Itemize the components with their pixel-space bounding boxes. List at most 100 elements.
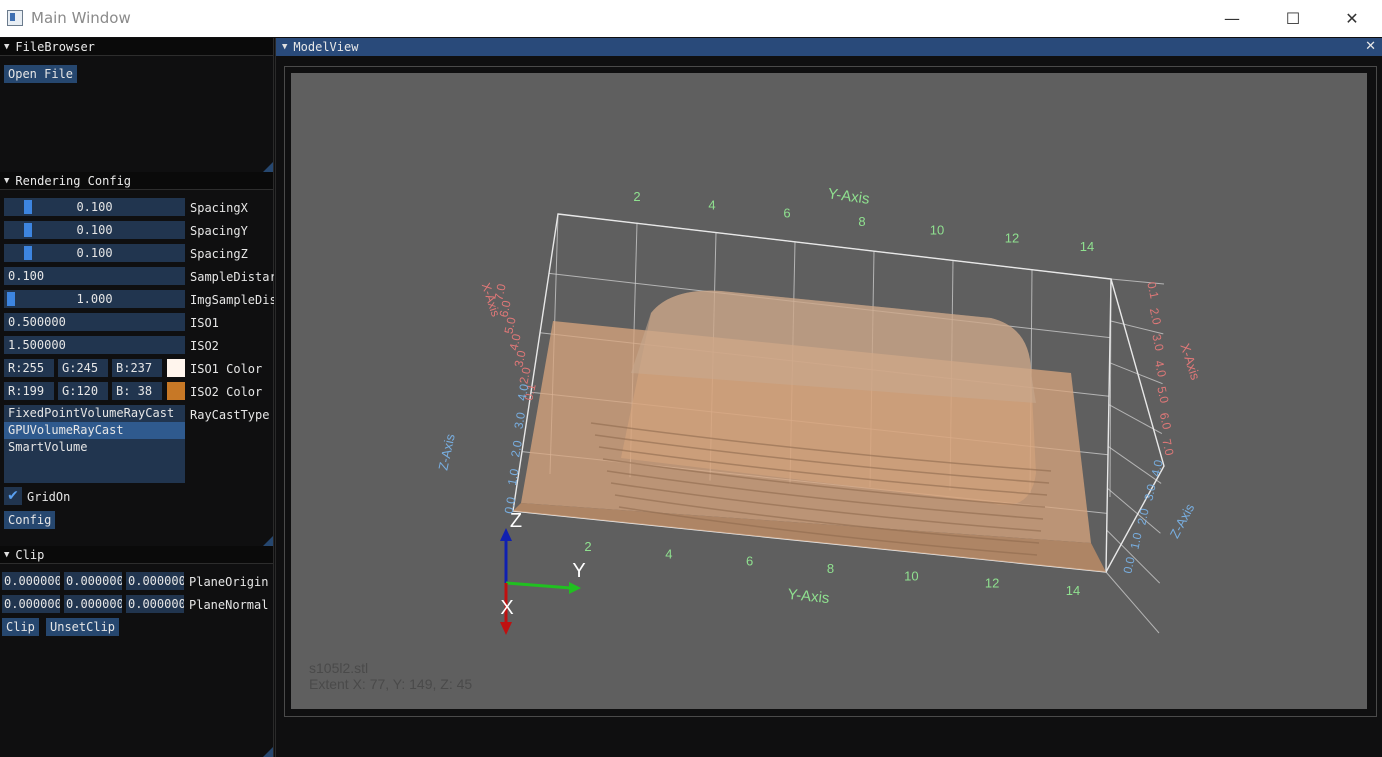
iso2-color-swatch[interactable] (167, 382, 185, 400)
spacing-z-slider[interactable]: 0.100 (4, 244, 185, 262)
volume-render-scene: 2 2 4 4 6 6 8 8 10 10 12 12 14 14 Y-Axis Y-Axis 0.1 2.0 3.… (435, 185, 1203, 635)
file-browser-title: FileBrowser (15, 39, 95, 54)
iso2-green-input[interactable]: G:120 (58, 382, 108, 400)
spacing-y-slider[interactable]: 0.100 (4, 221, 185, 239)
triad-z-label: Z (510, 510, 522, 532)
iso1-input[interactable]: 0.500000 (4, 313, 185, 331)
spacing-x-slider[interactable]: 0.100 (4, 198, 185, 216)
x-axis-tick-right: 0.1 (1144, 281, 1161, 301)
iso2-red-input[interactable]: R:199 (4, 382, 54, 400)
resize-grip-icon[interactable] (263, 747, 273, 757)
plane-origin-z-input[interactable]: 0.000000 (126, 572, 184, 590)
raycast-option[interactable]: GPUVolumeRayCast (4, 422, 185, 439)
minimize-button[interactable]: — (1203, 0, 1261, 37)
iso2-label: ISO2 (190, 339, 219, 353)
plane-normal-z-input[interactable]: 0.000000 (126, 595, 184, 613)
y-axis-tick-bottom: 12 (985, 576, 999, 591)
y-axis-tick-top: 6 (783, 206, 790, 221)
iso2-blue-input[interactable]: B: 38 (112, 382, 162, 400)
y-axis-tick-bottom: 10 (904, 568, 918, 583)
x-axis-title-right: X-Axis (1177, 341, 1203, 382)
spacing-z-label: SpacingZ (190, 247, 248, 261)
rendering-config-title: Rendering Config (15, 173, 132, 188)
iso1-color-label: ISO1 Color (190, 362, 263, 376)
collapse-triangle-icon[interactable]: ▼ (282, 38, 287, 56)
spacing-y-value: 0.100 (76, 223, 113, 237)
sample-distance-label: SampleDistar (190, 270, 274, 284)
model-view-window: ▼ ModelView ✕ 2 2 4 4 6 6 8 8 10 10 12 12 14 14 Y-Axis… (275, 38, 1382, 757)
y-axis-tick-top: 4 (708, 197, 715, 212)
collapse-triangle-icon[interactable]: ▼ (4, 546, 9, 564)
z-axis-tick-right: 3.0 (1142, 482, 1159, 502)
collapse-triangle-icon[interactable]: ▼ (4, 38, 9, 56)
z-axis-tick-left: 3.0 (511, 411, 528, 430)
iso1-blue-input[interactable]: B:237 (112, 359, 162, 377)
iso2-input[interactable]: 1.500000 (4, 336, 185, 354)
close-icon[interactable]: ✕ (1365, 38, 1376, 56)
triad-x-label: X (500, 597, 513, 619)
rendering-config-header[interactable]: ▼ Rendering Config (0, 172, 273, 190)
triad-y-label: Y (572, 560, 585, 582)
iso1-color-swatch[interactable] (167, 359, 185, 377)
open-file-button[interactable]: Open File (4, 65, 78, 83)
sample-distance-input[interactable]: 0.100 (4, 267, 185, 285)
plane-origin-x-input[interactable]: 0.000000 (2, 572, 60, 590)
grid-on-label: GridOn (27, 490, 71, 504)
z-axis-tick-right: 1.0 (1128, 531, 1145, 551)
img-sample-distance-slider[interactable]: 1.000 (4, 290, 185, 308)
resize-grip-icon[interactable] (263, 162, 273, 172)
grid-on-checkbox[interactable]: ✔ (4, 487, 22, 505)
iso1-label: ISO1 (190, 316, 219, 330)
plane-normal-label: PlaneNormal (189, 598, 269, 612)
spacing-x-value: 0.100 (76, 200, 113, 214)
plane-origin-y-input[interactable]: 0.000000 (64, 572, 122, 590)
close-button[interactable]: ✕ (1323, 0, 1381, 37)
y-axis-tick-top: 12 (1005, 231, 1019, 246)
model-view-title: ModelView (293, 40, 359, 54)
file-name-text: s105l2.stl (309, 660, 369, 676)
y-axis-tick-bottom: 8 (827, 561, 834, 576)
file-browser-header[interactable]: ▼ FileBrowser (0, 38, 273, 56)
y-axis-tick-top: 14 (1080, 239, 1094, 254)
raycast-option[interactable]: SmartVolume (4, 439, 185, 456)
x-axis-tick-right: 2.0 (1147, 307, 1164, 327)
y-axis-tick-bottom: 2 (584, 539, 591, 554)
spacing-y-label: SpacingY (190, 224, 248, 238)
config-button[interactable]: Config (4, 511, 56, 529)
maximize-button[interactable]: ☐ (1264, 0, 1322, 37)
triad-y-arrow (569, 582, 581, 594)
triad-x-arrow (500, 622, 512, 635)
raycast-option[interactable]: FixedPointVolumeRayCast (4, 405, 185, 422)
x-axis-tick-right: 4.0 (1152, 359, 1169, 379)
clip-title: Clip (15, 547, 45, 562)
img-sample-distance-value: 1.000 (76, 292, 113, 306)
plane-origin-label: PlaneOrigin (189, 575, 269, 589)
y-axis-tick-top: 10 (930, 222, 944, 237)
3d-viewport[interactable]: 2 2 4 4 6 6 8 8 10 10 12 12 14 14 Y-Axis Y-Axis 0.1 2.0 3.… (291, 73, 1367, 709)
collapse-triangle-icon[interactable]: ▼ (4, 172, 9, 190)
unset-clip-button[interactable]: UnsetClip (46, 618, 120, 636)
iso1-green-input[interactable]: G:245 (58, 359, 108, 377)
plane-normal-y-input[interactable]: 0.000000 (64, 595, 122, 613)
x-axis-tick-right: 5.0 (1154, 385, 1171, 405)
y-axis-tick-top: 8 (858, 214, 865, 229)
y-axis-tick-bottom: 14 (1066, 583, 1080, 598)
clip-panel: ▼ Clip 0.000000 0.000000 0.000000 PlaneO… (0, 546, 274, 757)
iso2-color-label: ISO2 Color (190, 385, 263, 399)
model-view-header[interactable]: ▼ ModelView ✕ (276, 38, 1382, 56)
plane-normal-x-input[interactable]: 0.000000 (2, 595, 60, 613)
clip-header[interactable]: ▼ Clip (0, 546, 273, 564)
app-icon (7, 10, 23, 26)
raycast-type-label: RayCastType (190, 408, 270, 422)
z-axis-tick-left: 2.0 (508, 439, 525, 458)
z-axis-tick-right: 0.0 (1121, 555, 1138, 575)
x-axis-tick-right: 3.0 (1149, 333, 1166, 353)
x-axis-tick-right: 7.0 (1159, 438, 1176, 458)
iso1-red-input[interactable]: R:255 (4, 359, 54, 377)
resize-grip-icon[interactable] (263, 536, 273, 546)
clip-button[interactable]: Clip (2, 618, 39, 636)
y-axis-title-top: Y-Axis (827, 185, 871, 208)
raycast-type-listbox[interactable]: FixedPointVolumeRayCast GPUVolumeRayCast… (4, 405, 185, 483)
title-bar: Main Window — ☐ ✕ (0, 0, 1382, 37)
z-axis-title-left: Z-Axis (435, 432, 457, 472)
